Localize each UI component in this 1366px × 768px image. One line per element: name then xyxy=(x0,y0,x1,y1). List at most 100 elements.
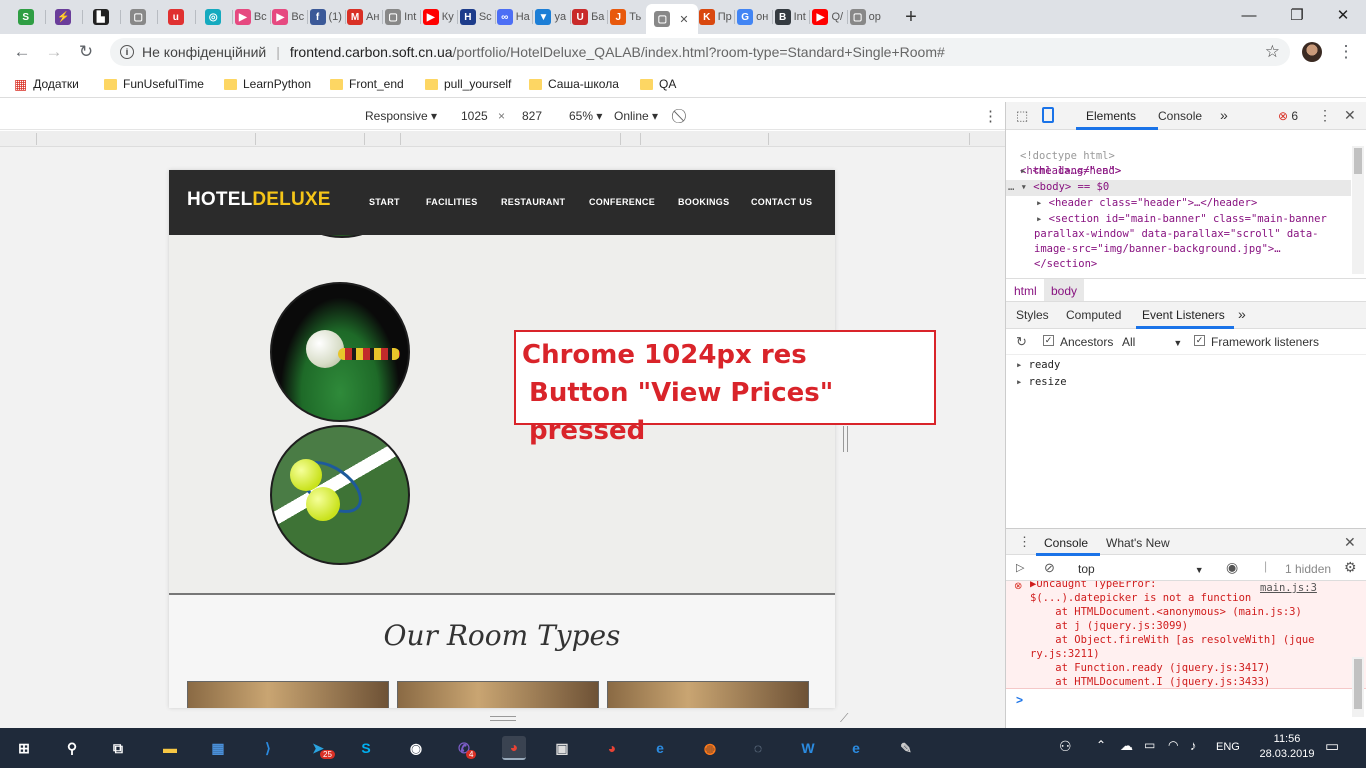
camera-icon[interactable]: ◉ xyxy=(404,736,428,760)
word-icon[interactable]: W xyxy=(796,736,820,760)
browser-tab[interactable]: ▶ Вс xyxy=(271,4,307,30)
app-icon[interactable]: ▣ xyxy=(550,736,574,760)
close-tab-icon[interactable]: ✕ xyxy=(679,13,688,26)
console-error-message[interactable]: ⊗ main.js:3 ▶Uncaught TypeError: $(...).… xyxy=(1006,581,1366,689)
drawer-tab-whats-new[interactable]: What's New xyxy=(1106,536,1170,550)
context-select[interactable]: top ▼ xyxy=(1078,562,1204,576)
active-tab[interactable]: ▢ ✕ xyxy=(645,4,698,34)
drawer-tab-console[interactable]: Console xyxy=(1044,536,1088,550)
close-window-button[interactable]: ✕ xyxy=(1320,4,1366,26)
forward-button[interactable]: → xyxy=(42,40,66,64)
refresh-icon[interactable]: ↻ xyxy=(1016,334,1027,350)
globe-icon[interactable]: ◌ xyxy=(746,736,770,760)
nav-conference[interactable]: CONFERENCE xyxy=(589,197,655,207)
browser-tab[interactable]: ▢ ор xyxy=(848,4,884,30)
media-query-ruler[interactable] xyxy=(0,131,1005,147)
breadcrumb-body[interactable]: body xyxy=(1044,279,1085,301)
console-prompt[interactable]: > xyxy=(1016,693,1023,707)
skype-icon[interactable]: S xyxy=(354,736,378,760)
browser-tab[interactable]: Gон xyxy=(735,4,771,30)
ie-icon[interactable]: e xyxy=(648,736,672,760)
listener-ready[interactable]: ▸ ready xyxy=(1016,358,1366,374)
clock-time[interactable]: 11:56 xyxy=(1266,733,1308,745)
cloud-icon[interactable]: ☁ xyxy=(1120,738,1133,754)
store-icon[interactable]: ▦ xyxy=(206,736,230,760)
browser-tab[interactable]: ▼ ya xyxy=(533,4,569,30)
network-throttle-select[interactable]: Online ▾ xyxy=(614,109,658,123)
breadcrumb-html[interactable]: html xyxy=(1014,284,1037,298)
error-source-link[interactable]: main.js:3 xyxy=(1260,582,1317,594)
device-toggle-icon[interactable] xyxy=(1042,107,1054,123)
resize-handle-corner[interactable]: ⟋ xyxy=(840,711,848,726)
battery-icon[interactable]: ▭ xyxy=(1144,738,1155,752)
back-button[interactable]: ← xyxy=(10,40,34,64)
browser-tab[interactable]: u xyxy=(158,4,194,30)
browser-tab[interactable]: ▶ Вс xyxy=(233,4,269,30)
browser-tab[interactable]: K Пр xyxy=(698,4,734,30)
people-icon[interactable]: ⚇ xyxy=(1059,738,1072,755)
eye-icon[interactable]: ◉ xyxy=(1226,559,1238,576)
chrome-2-icon[interactable]: ◕ xyxy=(600,736,624,760)
device-more-icon[interactable]: ⋮ xyxy=(983,107,998,125)
room-image-1[interactable] xyxy=(187,681,389,708)
site-logo[interactable]: HOTELDELUXE xyxy=(187,189,331,211)
search-icon[interactable]: ⚲ xyxy=(60,736,84,760)
sidebar-more-icon[interactable]: » xyxy=(1238,306,1246,322)
browser-tab[interactable]: ⚡ xyxy=(46,4,82,30)
tab-elements[interactable]: Elements xyxy=(1086,109,1136,123)
bookmark-folder[interactable]: FunUsefulTime xyxy=(104,75,204,93)
hidden-count[interactable]: 1 hidden xyxy=(1285,562,1331,576)
bookmark-folder[interactable]: Саша-школа xyxy=(529,75,619,93)
browser-tab[interactable]: H Sc xyxy=(458,4,494,30)
zoom-select[interactable]: 65% ▾ xyxy=(569,109,602,123)
clear-console-icon[interactable]: ⊘ xyxy=(1044,560,1055,576)
browser-tab[interactable]: ▢ xyxy=(121,4,157,30)
tab-computed[interactable]: Computed xyxy=(1066,308,1121,322)
task-view-icon[interactable]: ⧉ xyxy=(106,736,130,760)
device-mode-select[interactable]: Responsive ▾ xyxy=(365,109,437,123)
restore-button[interactable]: ❐ xyxy=(1274,4,1320,26)
edge-icon[interactable]: e xyxy=(844,736,868,760)
nav-facilities[interactable]: FACILITIES xyxy=(426,197,478,207)
sidebar-toggle-icon[interactable]: ▷ xyxy=(1016,561,1024,574)
new-tab-button[interactable]: + xyxy=(895,4,927,30)
browser-tab[interactable]: B Int xyxy=(773,4,809,30)
browser-tab[interactable]: U Ба xyxy=(571,4,607,30)
profile-avatar[interactable] xyxy=(1302,42,1322,62)
browser-tab[interactable]: M Ан xyxy=(346,4,382,30)
dom-section-row[interactable]: ▸ <section id="main-banner" class="main-… xyxy=(1036,212,1366,228)
devtools-menu-icon[interactable]: ⋮ xyxy=(1318,107,1332,124)
reload-button[interactable]: ↻ xyxy=(74,40,98,64)
vscode-icon[interactable]: ⟩ xyxy=(256,736,280,760)
browser-tab[interactable]: f (1) xyxy=(308,4,344,30)
browser-tab[interactable]: ∞ На xyxy=(496,4,532,30)
ancestors-select[interactable]: All ▼ xyxy=(1122,335,1182,349)
browser-tab[interactable]: ▶ Ку xyxy=(421,4,457,30)
devtools-close-icon[interactable]: ✕ xyxy=(1344,107,1356,124)
language-indicator[interactable]: ENG xyxy=(1216,741,1240,753)
room-image-2[interactable] xyxy=(397,681,599,708)
dom-body-row[interactable]: … ▾ <body> == $0 xyxy=(1006,180,1351,196)
file-explorer-icon[interactable]: ▬ xyxy=(158,736,182,760)
minimize-button[interactable]: — xyxy=(1226,4,1272,26)
tab-console[interactable]: Console xyxy=(1158,109,1202,123)
nav-start[interactable]: START xyxy=(369,197,400,207)
info-icon[interactable]: i xyxy=(120,45,134,59)
wifi-icon[interactable]: ◠ xyxy=(1168,738,1178,752)
dom-head-row[interactable]: ▸ <head>…</head> xyxy=(1020,164,1366,180)
bookmark-folder[interactable]: Front_end xyxy=(330,75,404,93)
address-bar[interactable]: i Не конфіденційний | frontend.carbon.so… xyxy=(110,38,1290,66)
notifications-icon[interactable]: ▭ xyxy=(1325,737,1339,755)
browser-tab[interactable]: J Ть xyxy=(608,4,644,30)
firefox-icon[interactable]: ◍ xyxy=(698,736,722,760)
tray-chevron-icon[interactable]: ⌃ xyxy=(1096,738,1106,752)
console-scrollbar[interactable] xyxy=(1352,657,1364,717)
ancestors-checkbox[interactable]: ✓ xyxy=(1043,335,1054,346)
error-counter[interactable]: ⊗ 6 xyxy=(1278,109,1298,123)
bookmark-folder[interactable]: LearnPython xyxy=(224,75,311,93)
chrome-icon[interactable]: ◕ xyxy=(502,736,526,760)
browser-tab[interactable]: ▙ xyxy=(83,4,119,30)
viewport-width-input[interactable]: 1025 xyxy=(461,109,488,123)
browser-tab[interactable]: S xyxy=(8,4,44,30)
tab-event-listeners[interactable]: Event Listeners xyxy=(1142,308,1225,322)
